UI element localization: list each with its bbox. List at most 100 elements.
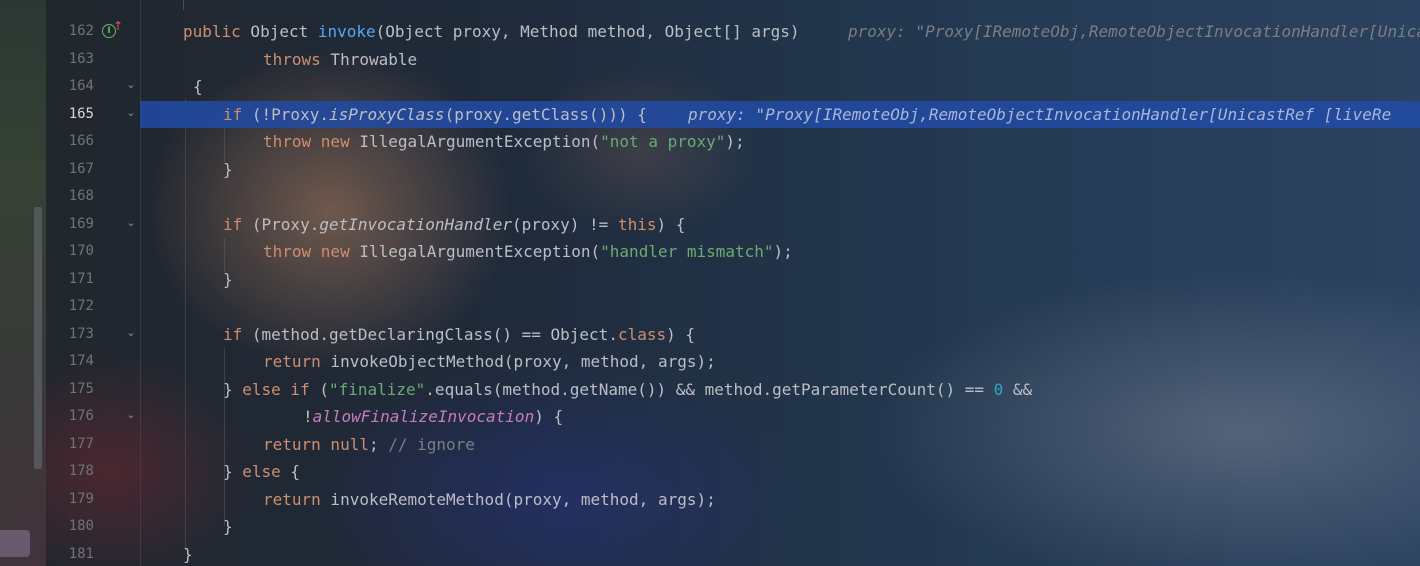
inline-debug-value[interactable]: proxy: "Proxy[IRemoteObj,RemoteObjectInv… — [848, 22, 1420, 41]
line-number: 177 — [68, 436, 94, 452]
code-token: (method.getDeclaringClass() == Object. — [242, 325, 618, 344]
code-token: invokeObjectMethod(proxy, method, args); — [320, 352, 716, 371]
line-number: 170 — [68, 243, 94, 259]
code-token: } — [223, 160, 233, 179]
code-line[interactable]: 163 throws Throwable — [0, 46, 1420, 73]
code-line[interactable]: 171 } — [0, 266, 1420, 293]
code-line[interactable]: 176 ⌄ !allowFinalizeInvocation) { — [0, 403, 1420, 430]
code-line[interactable]: 180 } — [0, 513, 1420, 540]
line-number: 167 — [68, 161, 94, 177]
keyword-token: if — [223, 105, 243, 124]
line-number: 171 — [68, 271, 94, 287]
code-text: !allowFinalizeInvocation) { — [303, 407, 563, 426]
code-token: IllegalArgumentException( — [349, 242, 601, 261]
code-text: } else if ("finalize".equals(method.getN… — [223, 380, 1032, 399]
code-line[interactable]: 162 I ↑ public Object invoke(Object proxy… — [0, 18, 1420, 45]
code-text: } — [183, 545, 193, 564]
code-token: ) { — [666, 325, 696, 344]
code-line[interactable]: 170 throw new IllegalArgumentException("… — [0, 238, 1420, 265]
code-token: IllegalArgumentException( — [349, 132, 601, 151]
line-number: 169 — [68, 216, 94, 232]
keyword-token: return — [263, 352, 321, 371]
keyword-token: class — [617, 325, 667, 344]
chevron-down-icon[interactable]: ⌄ — [124, 407, 138, 423]
code-text: } else { — [223, 462, 300, 481]
indent-guide — [183, 0, 184, 10]
current-execution-line[interactable]: 165 ⌄ if (!Proxy.isProxyClass(proxy.getC… — [69, 101, 1420, 128]
code-token: ); — [725, 132, 745, 151]
keyword-token: return — [263, 490, 321, 509]
code-token: } — [223, 380, 243, 399]
code-line[interactable]: 174 return invokeObjectMethod(proxy, met… — [0, 348, 1420, 375]
code-line[interactable]: 177 return null; // ignore — [0, 431, 1420, 458]
keyword-token: this — [617, 215, 657, 234]
chevron-down-icon[interactable]: ⌄ — [124, 325, 138, 341]
code-line[interactable]: 172 — [0, 293, 1420, 320]
code-token: ) { — [656, 215, 686, 234]
code-line[interactable]: 167 } — [0, 156, 1420, 183]
line-number: 176 — [68, 408, 94, 424]
code-text: } — [223, 270, 233, 289]
line-number: 179 — [68, 491, 94, 507]
line-number: 166 — [68, 133, 94, 149]
code-token: (!Proxy. — [242, 105, 329, 124]
line-number: 174 — [68, 353, 94, 369]
method-name-token: invoke — [317, 22, 376, 41]
number-token: 0 — [993, 380, 1004, 399]
implementation-up-icon[interactable]: I ↑ — [102, 19, 123, 40]
keyword-token: if — [223, 215, 243, 234]
inline-debug-value[interactable]: proxy: "Proxy[IRemoteObj,RemoteObjectInv… — [688, 105, 1391, 124]
code-token: Throwable — [320, 50, 418, 69]
string-token: "handler mismatch" — [600, 242, 774, 261]
code-token: ; — [368, 435, 389, 454]
code-text: } — [223, 517, 233, 536]
code-line[interactable]: 166 throw new IllegalArgumentException("… — [0, 128, 1420, 155]
keyword-token: return null — [263, 435, 369, 454]
code-editor[interactable]: 162 I ↑ public Object invoke(Object proxy… — [0, 0, 1420, 566]
code-line[interactable]: 173 ⌄ if (method.getDeclaringClass() == … — [0, 321, 1420, 348]
code-token: } — [223, 517, 233, 536]
chevron-down-icon[interactable]: ⌄ — [124, 77, 138, 93]
code-line[interactable]: 169 ⌄ if (Proxy.getInvocationHandler(pro… — [0, 211, 1420, 238]
code-token: ! — [303, 407, 313, 426]
code-token: ); — [773, 242, 793, 261]
code-token: (Object proxy, Method method, Object[] a… — [375, 22, 800, 41]
line-number: 175 — [68, 381, 94, 397]
chevron-down-icon[interactable]: ⌄ — [124, 105, 138, 121]
code-line[interactable]: 178 } else { — [0, 458, 1420, 485]
line-number: 180 — [68, 518, 94, 534]
chevron-down-icon[interactable]: ⌄ — [124, 215, 138, 231]
code-token: } — [223, 270, 233, 289]
code-text: throw new IllegalArgumentException("not … — [263, 132, 745, 151]
code-token: ( — [309, 380, 329, 399]
code-line[interactable]: 181 } — [0, 541, 1420, 566]
keyword-token: if — [223, 325, 243, 344]
line-number: 178 — [68, 463, 94, 479]
code-text: if (method.getDeclaringClass() == Object… — [223, 325, 695, 344]
code-text: if (Proxy.getInvocationHandler(proxy) !=… — [223, 215, 685, 234]
code-line[interactable]: 179 return invokeRemoteMethod(proxy, met… — [0, 486, 1420, 513]
line-number: 162 — [68, 23, 94, 39]
code-token: (proxy) != — [511, 215, 618, 234]
code-text: throws Throwable — [263, 50, 417, 69]
code-line[interactable]: 175 } else if ("finalize".equals(method.… — [0, 376, 1420, 403]
static-method-token: isProxyClass — [328, 105, 445, 124]
code-text: return invokeRemoteMethod(proxy, method,… — [263, 490, 716, 509]
code-token: (Proxy. — [242, 215, 320, 234]
code-line[interactable]: 168 — [0, 183, 1420, 210]
keyword-token: throw new — [263, 242, 350, 261]
code-text: { — [193, 77, 203, 96]
string-token: "finalize" — [328, 380, 426, 399]
code-token: invokeRemoteMethod(proxy, method, args); — [320, 490, 716, 509]
code-line[interactable]: 164 ⌄ { — [0, 73, 1420, 100]
keyword-token: else if — [242, 380, 310, 399]
code-token: } — [223, 462, 243, 481]
line-number: 173 — [68, 326, 94, 342]
code-text: return invokeObjectMethod(proxy, method,… — [263, 352, 716, 371]
code-token: } — [183, 545, 193, 564]
keyword-token: throw new — [263, 132, 350, 151]
code-token: && — [1003, 380, 1033, 399]
code-token: Object — [240, 22, 318, 41]
code-text: return null; // ignore — [263, 435, 475, 454]
code-text: throw new IllegalArgumentException("hand… — [263, 242, 793, 261]
